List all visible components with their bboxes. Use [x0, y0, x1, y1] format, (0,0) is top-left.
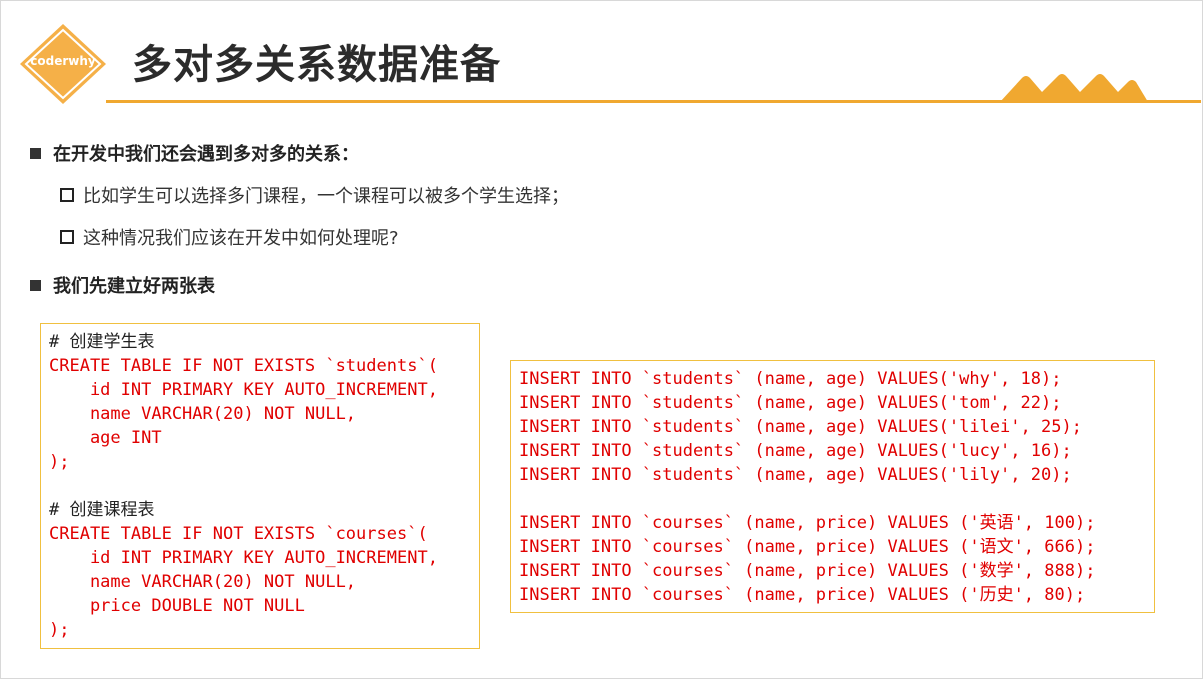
code-line: INSERT INTO `courses` (name, price) VALU… [519, 513, 1096, 533]
code-line: INSERT INTO `students` (name, age) VALUE… [519, 465, 1072, 485]
page-title: 多对多关系数据准备 [132, 42, 501, 88]
filled-square-bullet-icon [30, 147, 41, 159]
code-line: ); [49, 620, 70, 640]
code-line: price DOUBLE NOT NULL [49, 596, 305, 616]
code-line: CREATE TABLE IF NOT EXISTS `students`( [49, 356, 438, 376]
code-line: id INT PRIMARY KEY AUTO_INCREMENT, [49, 548, 438, 568]
code-line: INSERT INTO `students` (name, age) VALUE… [519, 393, 1062, 413]
code-line: id INT PRIMARY KEY AUTO_INCREMENT, [49, 380, 438, 400]
code-line: INSERT INTO `courses` (name, price) VALU… [519, 585, 1086, 605]
bullet-text: 这种情况我们应该在开发中如何处理呢? [83, 228, 399, 249]
filled-square-bullet-icon [30, 279, 41, 291]
create-tables-code-block: # 创建学生表 CREATE TABLE IF NOT EXISTS `stude… [40, 323, 480, 649]
logo-text: coderwhy [30, 54, 96, 68]
code-line: INSERT INTO `courses` (name, price) VALU… [519, 537, 1096, 557]
code-line: CREATE TABLE IF NOT EXISTS `courses`( [49, 524, 428, 544]
bullet-many-to-many: 在开发中我们还会遇到多对多的关系： [30, 140, 359, 166]
header-rule [106, 100, 1201, 103]
code-line: age INT [49, 428, 162, 448]
code-line: name VARCHAR(20) NOT NULL, [49, 404, 357, 424]
hollow-square-bullet-icon [60, 230, 74, 244]
insert-data-code-block: INSERT INTO `students` (name, age) VALUE… [510, 360, 1155, 613]
bullet-text: 在开发中我们还会遇到多对多的关系： [53, 144, 359, 165]
coderwhy-logo: coderwhy [20, 24, 106, 104]
code-line: INSERT INTO `students` (name, age) VALUE… [519, 369, 1062, 389]
hollow-square-bullet-icon [60, 188, 74, 202]
sub-bullet-example: 比如学生可以选择多门课程，一个课程可以被多个学生选择； [60, 182, 569, 208]
sub-bullet-question: 这种情况我们应该在开发中如何处理呢? [60, 224, 399, 250]
bullet-create-tables: 我们先建立好两张表 [30, 272, 215, 298]
bullet-text: 比如学生可以选择多门课程，一个课程可以被多个学生选择； [83, 186, 569, 207]
code-line: INSERT INTO `students` (name, age) VALUE… [519, 417, 1082, 437]
code-line: name VARCHAR(20) NOT NULL, [49, 572, 357, 592]
code-line: INSERT INTO `students` (name, age) VALUE… [519, 441, 1072, 461]
bullet-text: 我们先建立好两张表 [53, 276, 215, 297]
code-line: # 创建课程表 [49, 500, 155, 520]
code-line: # 创建学生表 [49, 332, 155, 352]
code-line: INSERT INTO `courses` (name, price) VALU… [519, 561, 1096, 581]
code-line: ); [49, 452, 70, 472]
